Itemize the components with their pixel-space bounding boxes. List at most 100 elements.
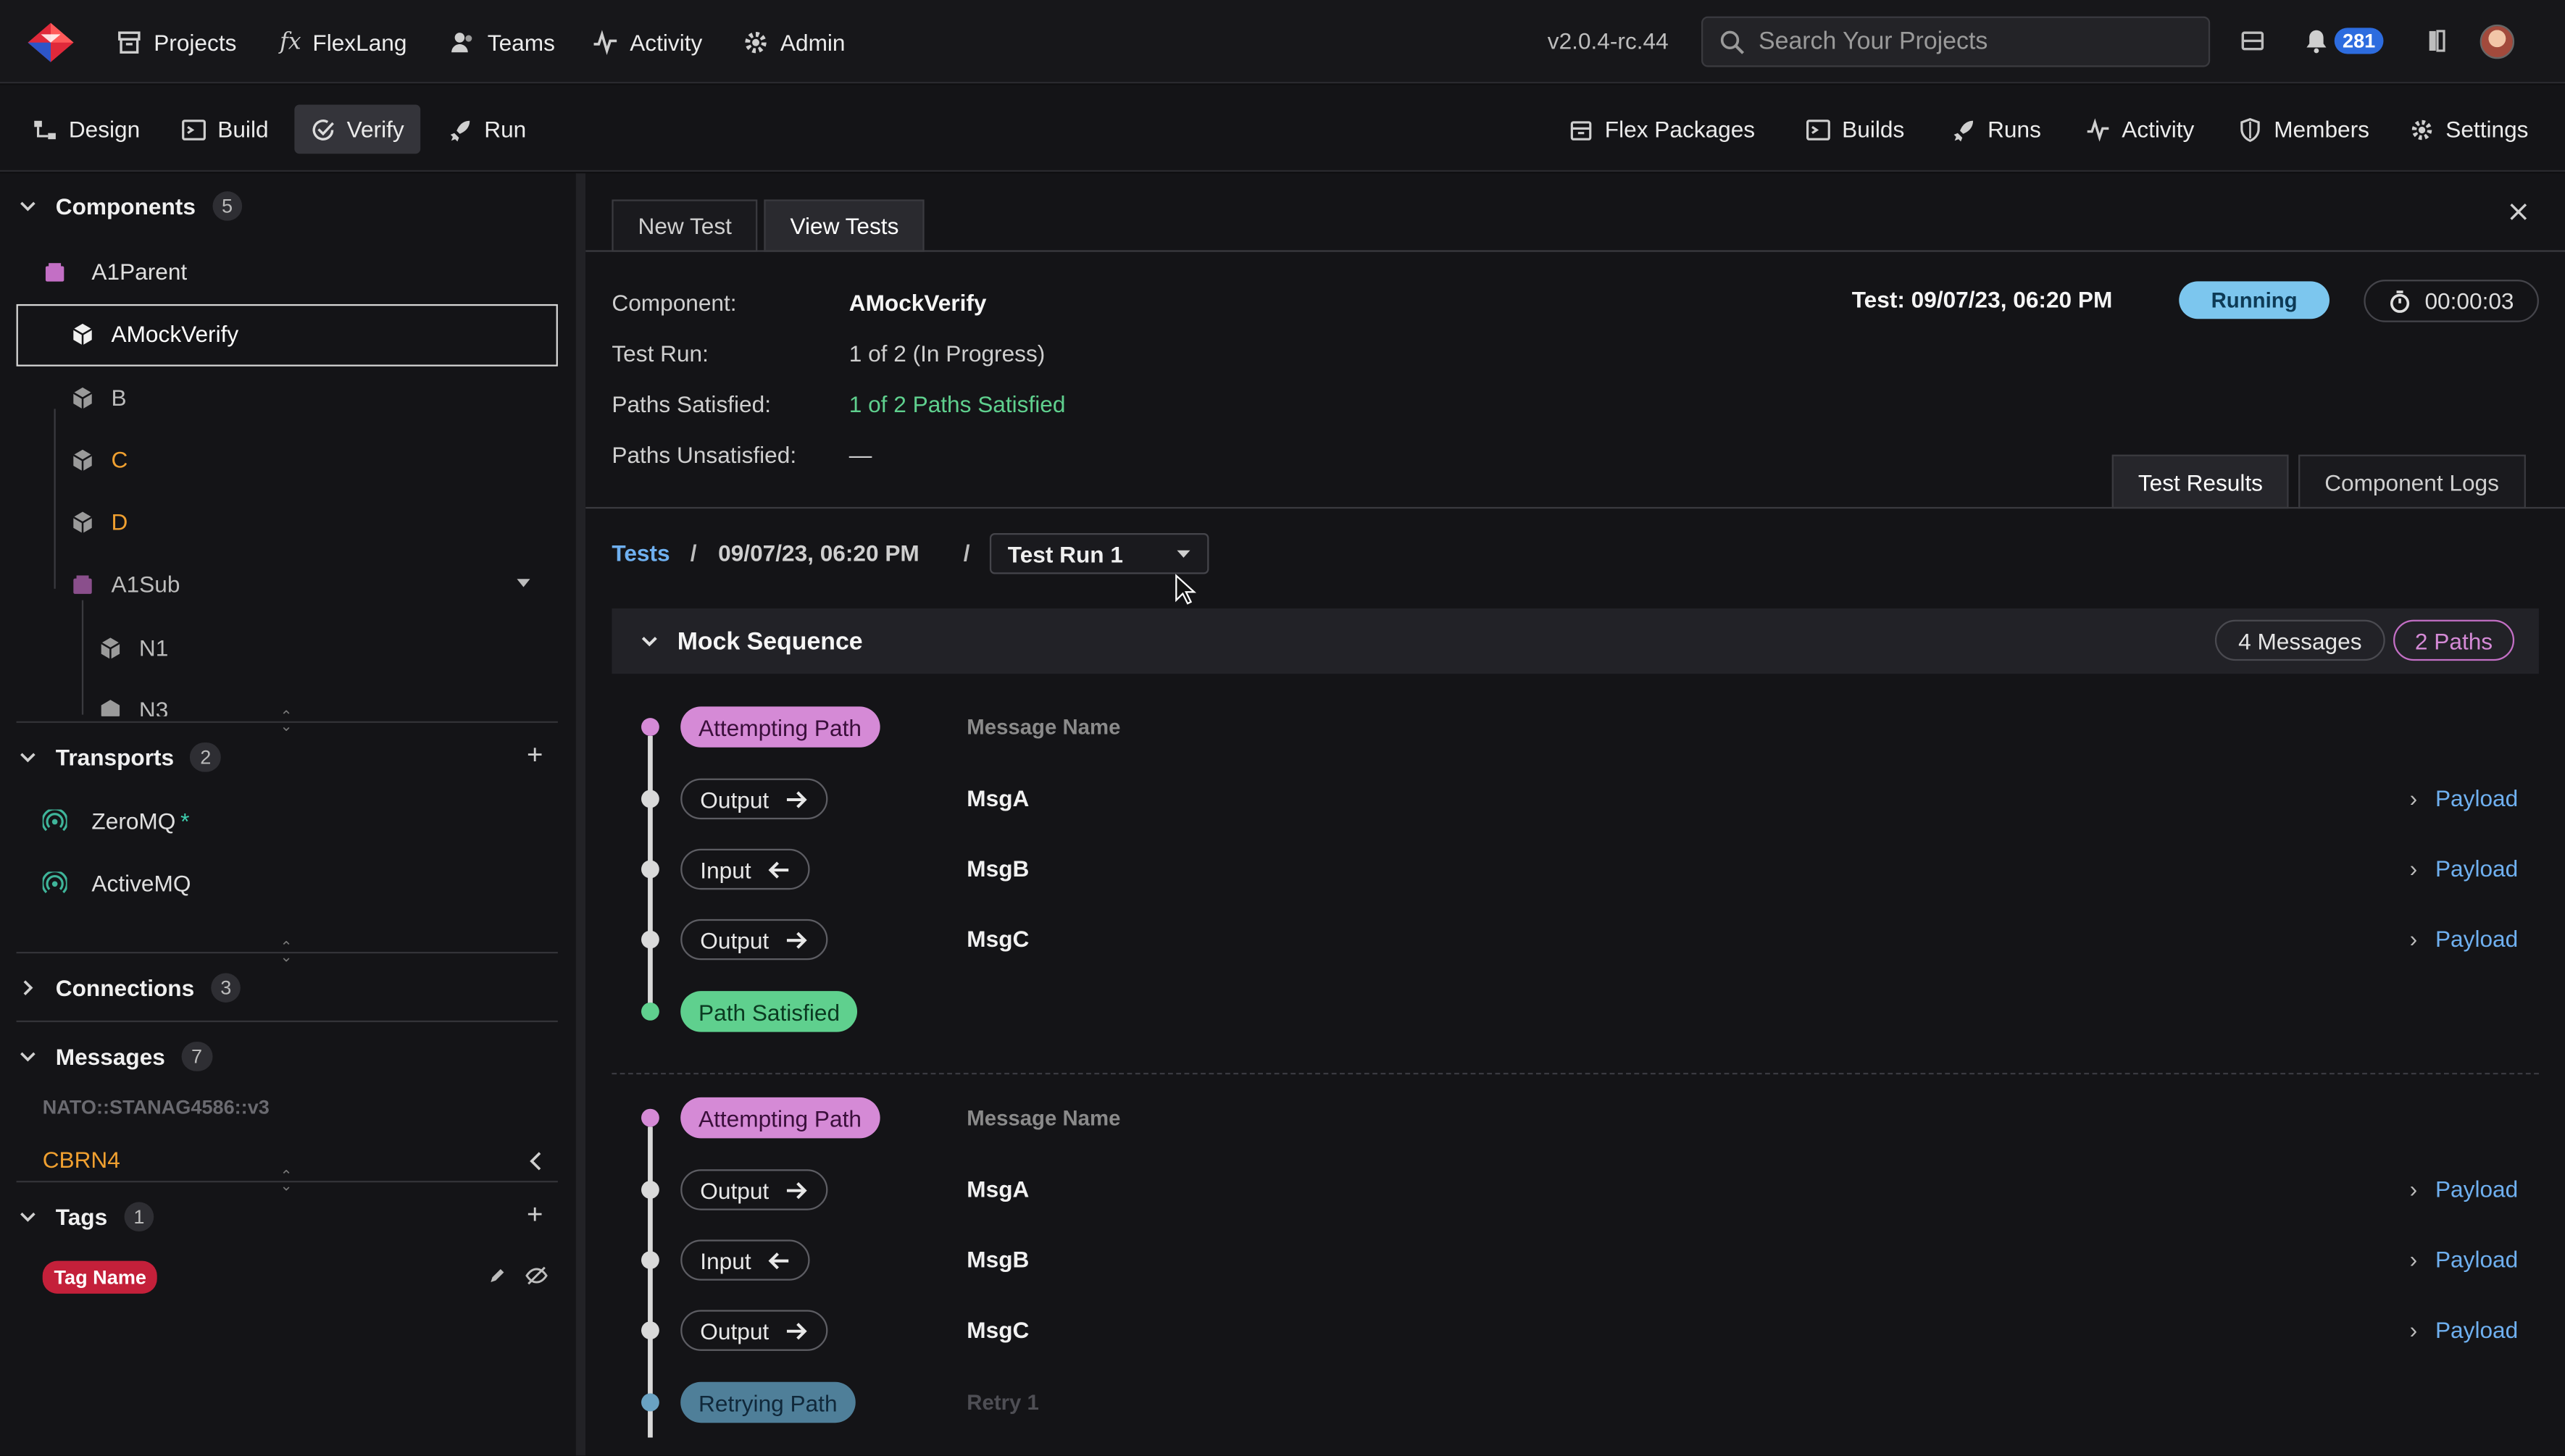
resize-handle-icon[interactable]: ⌃ ⌄: [278, 1168, 295, 1193]
resize-handle-icon[interactable]: ⌃ ⌄: [278, 940, 295, 964]
transports-header[interactable]: Transports 2: [17, 737, 221, 777]
nav-members[interactable]: Members: [2222, 104, 2386, 154]
payload-toggle[interactable]: › Payload: [2410, 785, 2519, 811]
tab-view-tests[interactable]: View Tests: [764, 199, 925, 252]
nav-project-activity[interactable]: Activity: [2069, 104, 2211, 154]
tree-item-label: N1: [138, 634, 169, 661]
tab-test-results[interactable]: Test Results: [2111, 454, 2290, 509]
pencil-icon[interactable]: [488, 1265, 507, 1285]
chevron-right-icon: ›: [2409, 855, 2418, 882]
direction-label: Output: [700, 926, 770, 953]
app-window: Projects fx FlexLang Teams Activity Admi…: [0, 0, 2565, 1456]
nav-settings[interactable]: Settings: [2393, 104, 2545, 154]
add-tag-button[interactable]: +: [527, 1199, 543, 1231]
direction-label: Input: [700, 855, 751, 883]
tree-item-b[interactable]: B: [70, 381, 127, 414]
status-badge: Running: [2179, 281, 2330, 319]
chevron-left-icon[interactable]: [527, 1150, 546, 1173]
tree-item-c[interactable]: C: [70, 443, 128, 476]
payload-toggle[interactable]: › Payload: [2410, 1246, 2519, 1272]
nav-build[interactable]: Build: [165, 104, 285, 154]
tags-title: Tags: [55, 1203, 108, 1230]
breadcrumb-date[interactable]: 09/07/23, 06:20 PM: [718, 540, 919, 566]
transport-activemq[interactable]: ActiveMQ: [42, 867, 191, 900]
payload-toggle[interactable]: › Payload: [2410, 1176, 2519, 1202]
cube-icon: [101, 699, 120, 716]
nav-flexlang[interactable]: fx FlexLang: [280, 26, 406, 59]
timeline-dot: [641, 860, 659, 879]
cube-icon: [72, 322, 93, 345]
eye-off-icon[interactable]: [525, 1265, 549, 1285]
tree-item-n1[interactable]: N1: [98, 631, 168, 664]
path-satisfied-pill: Path Satisfied: [680, 991, 858, 1032]
archive-icon: [2241, 31, 2264, 51]
nav-flex-packages[interactable]: Flex Packages: [1553, 104, 1772, 154]
nav-run[interactable]: Run: [432, 104, 543, 154]
unsaved-marker: *: [180, 808, 190, 834]
nav-runs-label: Runs: [1988, 116, 2041, 143]
nav-activity[interactable]: Activity: [592, 26, 702, 59]
bookmarks-button[interactable]: [2421, 25, 2453, 57]
message-name-header: Message Name: [967, 1105, 1121, 1131]
payload-toggle[interactable]: › Payload: [2410, 1316, 2519, 1342]
paths-unsatisfied-label: Paths Unsatisfied:: [612, 441, 797, 468]
nav-activity-label: Activity: [630, 29, 703, 56]
chevron-right-icon: ›: [2409, 1246, 2418, 1273]
payload-label: Payload: [2435, 1176, 2519, 1202]
add-transport-button[interactable]: +: [527, 739, 543, 771]
nav-teams[interactable]: Teams: [450, 26, 555, 59]
tree-item-a1parent[interactable]: A1Parent: [43, 255, 188, 288]
timeline-dot: [641, 1002, 659, 1021]
chevron-down-icon: [20, 201, 36, 212]
users-icon: [451, 33, 472, 53]
tags-header[interactable]: Tags 1: [17, 1197, 154, 1237]
payload-toggle[interactable]: › Payload: [2410, 855, 2519, 882]
components-title: Components: [55, 193, 196, 219]
nav-runs[interactable]: Runs: [1935, 104, 2058, 154]
sidebar-resizer[interactable]: [575, 173, 586, 1456]
function-icon: fx: [280, 29, 301, 56]
test-run-select[interactable]: Test Run 1: [989, 533, 1209, 574]
tree-item-amockverify[interactable]: AMockVerify: [70, 317, 238, 350]
tree-item-n3[interactable]: N3: [98, 693, 196, 716]
search-box[interactable]: [1701, 16, 2211, 67]
nav-builds[interactable]: Builds: [1790, 104, 1921, 154]
nav-verify[interactable]: Verify: [294, 104, 421, 154]
inbox-button[interactable]: [2236, 25, 2269, 57]
resize-handle-icon[interactable]: ⌃ ⌄: [278, 709, 295, 734]
nav-admin[interactable]: Admin: [743, 26, 846, 59]
messages-header[interactable]: Messages 7: [17, 1037, 212, 1076]
attempting-path-label: Attempting Path: [698, 1105, 862, 1131]
nav-design[interactable]: Design: [17, 104, 157, 154]
search-input[interactable]: [1759, 28, 2185, 56]
tab-component-logs[interactable]: Component Logs: [2298, 454, 2526, 509]
pulse-icon: [593, 30, 617, 55]
direction-label: Input: [700, 1247, 751, 1273]
caret-down-icon[interactable]: [515, 577, 532, 590]
user-avatar[interactable]: [2480, 24, 2515, 59]
breadcrumb-separator: /: [963, 540, 970, 566]
notifications-button[interactable]: [2300, 25, 2332, 57]
tree-item-a1sub[interactable]: A1Sub: [70, 567, 180, 600]
transport-zeromq[interactable]: ZeroMQ *: [42, 805, 190, 837]
rocket-icon: [450, 120, 470, 141]
retry-note: Retry 1: [967, 1390, 1039, 1415]
timeline-dot: [641, 1181, 659, 1199]
tag-pill[interactable]: Tag Name: [42, 1260, 158, 1294]
paths-satisfied-label: Paths Satisfied:: [612, 390, 772, 417]
connections-header[interactable]: Connections 3: [17, 968, 241, 1008]
retrying-path-pill: Retrying Path: [680, 1381, 856, 1423]
components-header[interactable]: Components 5: [17, 186, 243, 225]
chevron-right-icon: ›: [2409, 925, 2418, 952]
nav-projects[interactable]: Projects: [116, 26, 236, 59]
message-item-cbrn4[interactable]: CBRN4: [43, 1147, 120, 1173]
tree-item-d[interactable]: D: [70, 506, 128, 538]
breadcrumb-tests[interactable]: Tests: [612, 540, 670, 566]
gear-icon: [2411, 119, 2432, 140]
timeline-dot: [641, 1108, 659, 1127]
close-icon[interactable]: [2509, 203, 2527, 221]
chevron-down-icon: [20, 1212, 36, 1222]
tab-new-test[interactable]: New Test: [612, 199, 759, 252]
app-logo[interactable]: [26, 21, 75, 64]
payload-toggle[interactable]: › Payload: [2410, 926, 2519, 952]
